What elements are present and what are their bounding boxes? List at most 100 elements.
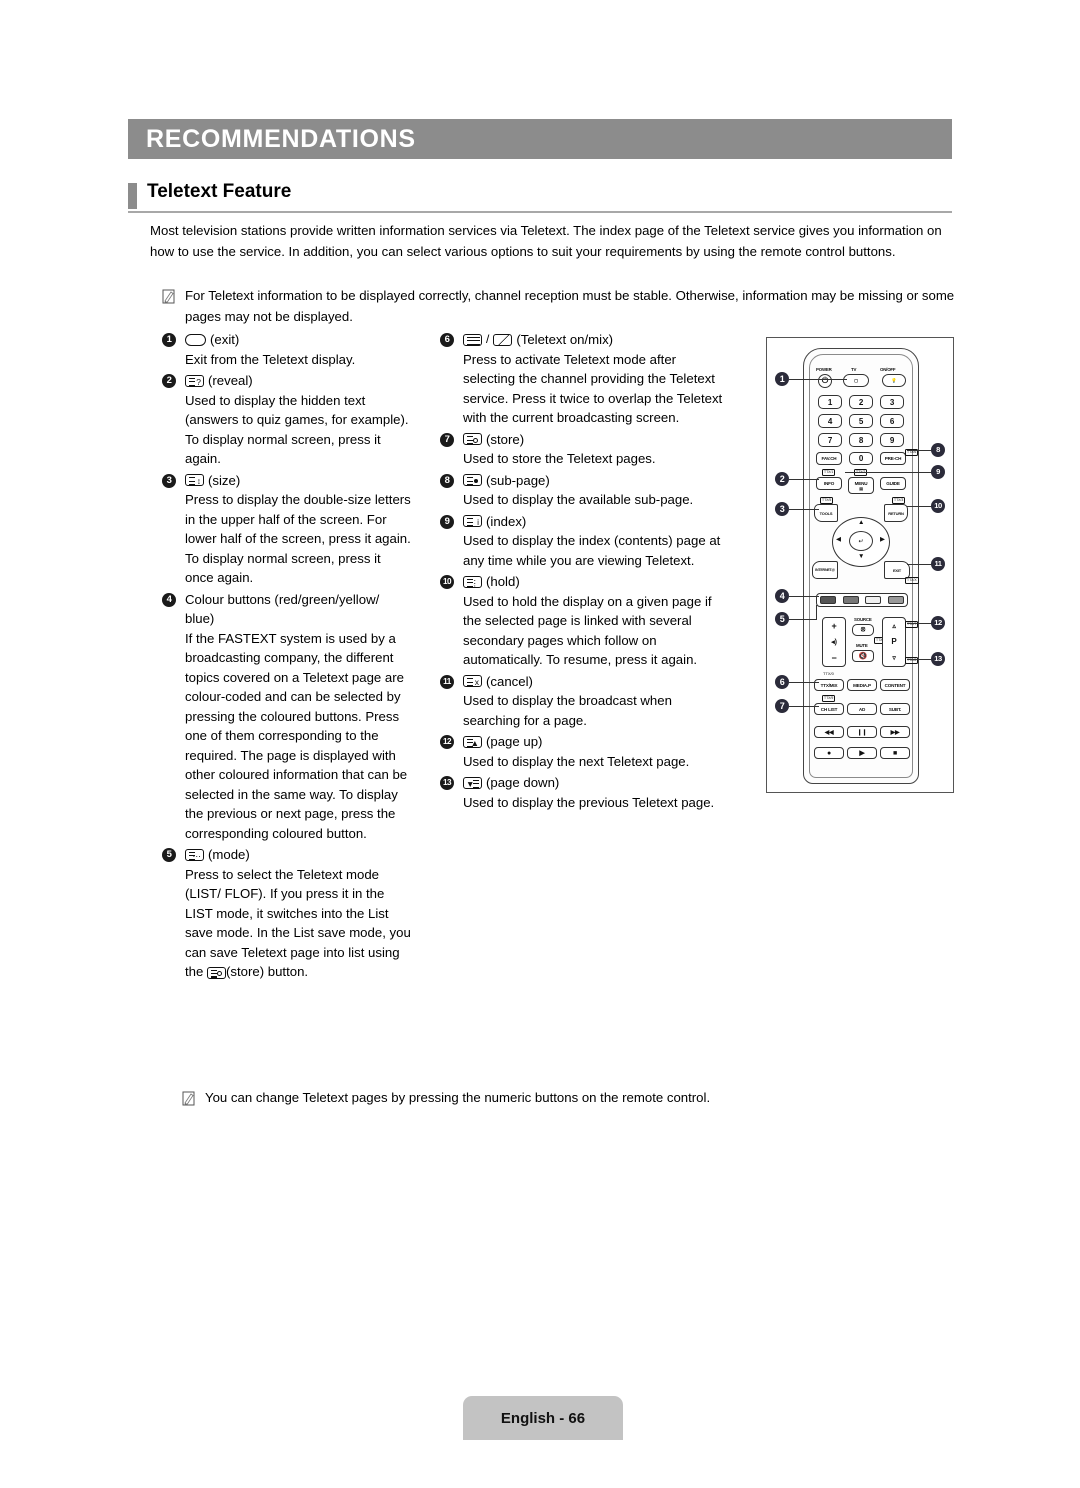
ttx-mix-button[interactable]: TTX/MIX	[814, 679, 844, 691]
channel-rocker[interactable]: ▵ P ▿	[882, 617, 906, 667]
store-button-icon-inline	[207, 966, 226, 979]
subt-button[interactable]: SUBT.	[880, 703, 910, 715]
colour-button-blue[interactable]	[887, 596, 904, 604]
item-6-label-row: / (Teletext on/mix)	[463, 330, 730, 350]
callout-9: 9	[931, 465, 945, 479]
content-button[interactable]: CONTENT	[880, 679, 910, 691]
rewind-button[interactable]: ◀◀	[814, 726, 844, 738]
colour-button-yellow[interactable]	[865, 596, 882, 604]
item-6: 6 / (Teletext on/mix) Press to activate …	[440, 330, 730, 428]
colour-buttons-row[interactable]	[816, 593, 908, 607]
item-10-label: (hold)	[486, 574, 520, 589]
callout-5: 5	[775, 612, 789, 626]
page-down-button-icon: ▼	[463, 776, 482, 789]
onoff-label: ON/OFF	[880, 367, 896, 372]
item-8: 8 (sub-page) Used to display the availab…	[440, 471, 730, 510]
ch-list-button[interactable]: CH LIST	[814, 703, 844, 715]
number-9-button[interactable]: 9	[880, 433, 904, 447]
number-3-button[interactable]: 3	[880, 395, 904, 409]
number-4-button[interactable]: 4	[818, 414, 842, 428]
item-9-label: (index)	[486, 513, 527, 529]
return-ttx-badge: TTX/3	[892, 497, 906, 504]
volume-icon: ◂)	[831, 638, 837, 646]
note-bottom: You can change Teletext pages by pressin…	[182, 1088, 882, 1109]
item-8-label: (sub-page)	[486, 472, 550, 488]
stop-button[interactable]: ■	[880, 747, 910, 759]
media-p-button[interactable]: MEDIA.P	[847, 679, 877, 691]
chapter-banner: RECOMMENDATIONS	[128, 119, 952, 159]
number-6-button[interactable]: 6	[880, 414, 904, 428]
callout-1: 1	[775, 372, 789, 386]
item-7-label: (store)	[486, 431, 525, 447]
leader-7	[789, 706, 819, 707]
number-5-button[interactable]: 5	[849, 414, 873, 428]
remote-control-diagram: POWER ⏻ TV ◻ ON/OFF 💡 1 2 3 4 5 6 7 8 9 …	[766, 337, 954, 793]
internet-button[interactable]: INTERNET@	[812, 561, 838, 579]
channel-p-label: P	[891, 637, 897, 647]
light-onoff-button[interactable]: 💡	[882, 374, 906, 387]
guide-button[interactable]: GUIDE	[880, 477, 906, 490]
item-5-body-part1: Press to select the Teletext mode (LIST/…	[185, 866, 411, 980]
item-4-label-row: Colour buttons (red/green/yellow/ blue)	[185, 590, 412, 629]
number-0-button[interactable]: 0	[849, 452, 873, 465]
store-button-icon	[463, 433, 482, 446]
menu-button[interactable]: MENU ▤	[848, 477, 874, 494]
leader-4	[789, 596, 819, 597]
number-1-button[interactable]: 1	[818, 395, 842, 409]
info-button[interactable]: INFO	[816, 477, 842, 490]
number-8-button[interactable]: 8	[849, 433, 873, 447]
item-7-head: 7 (store)	[440, 430, 730, 450]
item-8-head: 8 (sub-page)	[440, 471, 730, 491]
pause-button[interactable]: ❙❙	[847, 726, 877, 738]
play-button[interactable]: ▶	[847, 747, 877, 759]
fast-forward-button[interactable]: ▶▶	[880, 726, 910, 738]
item-3-label-row: ↕ (size)	[185, 471, 412, 491]
callout-12: 12	[931, 616, 945, 630]
mute-button[interactable]: 🔇	[852, 650, 874, 662]
volume-down-icon[interactable]: −	[831, 653, 836, 663]
pencil-note-icon-bottom	[182, 1091, 195, 1106]
reveal-button-icon: ?	[185, 374, 204, 387]
dpad-down-icon[interactable]: ▼	[858, 553, 864, 561]
callout-8: 8	[931, 443, 945, 457]
dpad-right-icon[interactable]: ▶	[880, 536, 885, 544]
volume-up-icon[interactable]: +	[831, 621, 836, 631]
item-12: 12 ▲ (page up) Used to display the next …	[440, 732, 730, 771]
dpad-up-icon[interactable]: ▲	[858, 519, 864, 527]
mute-label: MUTE	[856, 643, 868, 648]
channel-down-icon[interactable]: ▿	[892, 654, 896, 662]
document-page: RECOMMENDATIONS Teletext Feature Most te…	[0, 0, 1080, 1488]
colour-button-green[interactable]	[842, 596, 859, 604]
item-4-label: Colour buttons (red/green/yellow/ blue)	[185, 591, 380, 627]
tools-button[interactable]: TOOLS	[814, 504, 838, 522]
channel-up-icon[interactable]: ▵	[892, 622, 896, 630]
enter-button[interactable]: ↵	[849, 531, 873, 551]
pre-ch-button[interactable]: PRE-CH	[880, 452, 906, 465]
teletext-mix-button-icon	[493, 333, 513, 346]
item-2-label-row: ? (reveal)	[185, 371, 412, 391]
volume-rocker[interactable]: + ◂) −	[822, 617, 846, 667]
source-button[interactable]: ⦻	[852, 624, 874, 636]
power-button[interactable]: ⏻	[818, 374, 832, 388]
item-5-label: (mode)	[208, 847, 250, 862]
return-button[interactable]: RETURN	[884, 504, 908, 522]
cancel-button-icon: x	[463, 675, 482, 688]
item-3-bullet: 3	[162, 473, 176, 488]
number-2-button[interactable]: 2	[849, 395, 873, 409]
teletext-on-button-icon	[463, 333, 482, 346]
ch-list-ttx-badge: TTX/9	[822, 695, 836, 702]
callout-11: 11	[931, 557, 945, 571]
ad-button[interactable]: AD	[847, 703, 877, 715]
item-11-label: (cancel)	[486, 673, 533, 689]
number-7-button[interactable]: 7	[818, 433, 842, 447]
record-button[interactable]: ●	[814, 747, 844, 759]
dpad-left-icon[interactable]: ◀	[836, 536, 841, 544]
item-9-body: Used to display the index (contents) pag…	[463, 533, 721, 568]
fav-ch-button[interactable]: FAV.CH	[816, 452, 842, 465]
size-button-icon: ↕	[185, 474, 204, 487]
item-10-label-row: ⋮ (hold)	[463, 572, 730, 592]
colour-button-red[interactable]	[820, 596, 837, 604]
section-title: Teletext Feature	[147, 181, 292, 202]
item-3-body: Press to display the double-size letters…	[185, 492, 411, 585]
tv-button[interactable]: ◻	[843, 374, 869, 387]
